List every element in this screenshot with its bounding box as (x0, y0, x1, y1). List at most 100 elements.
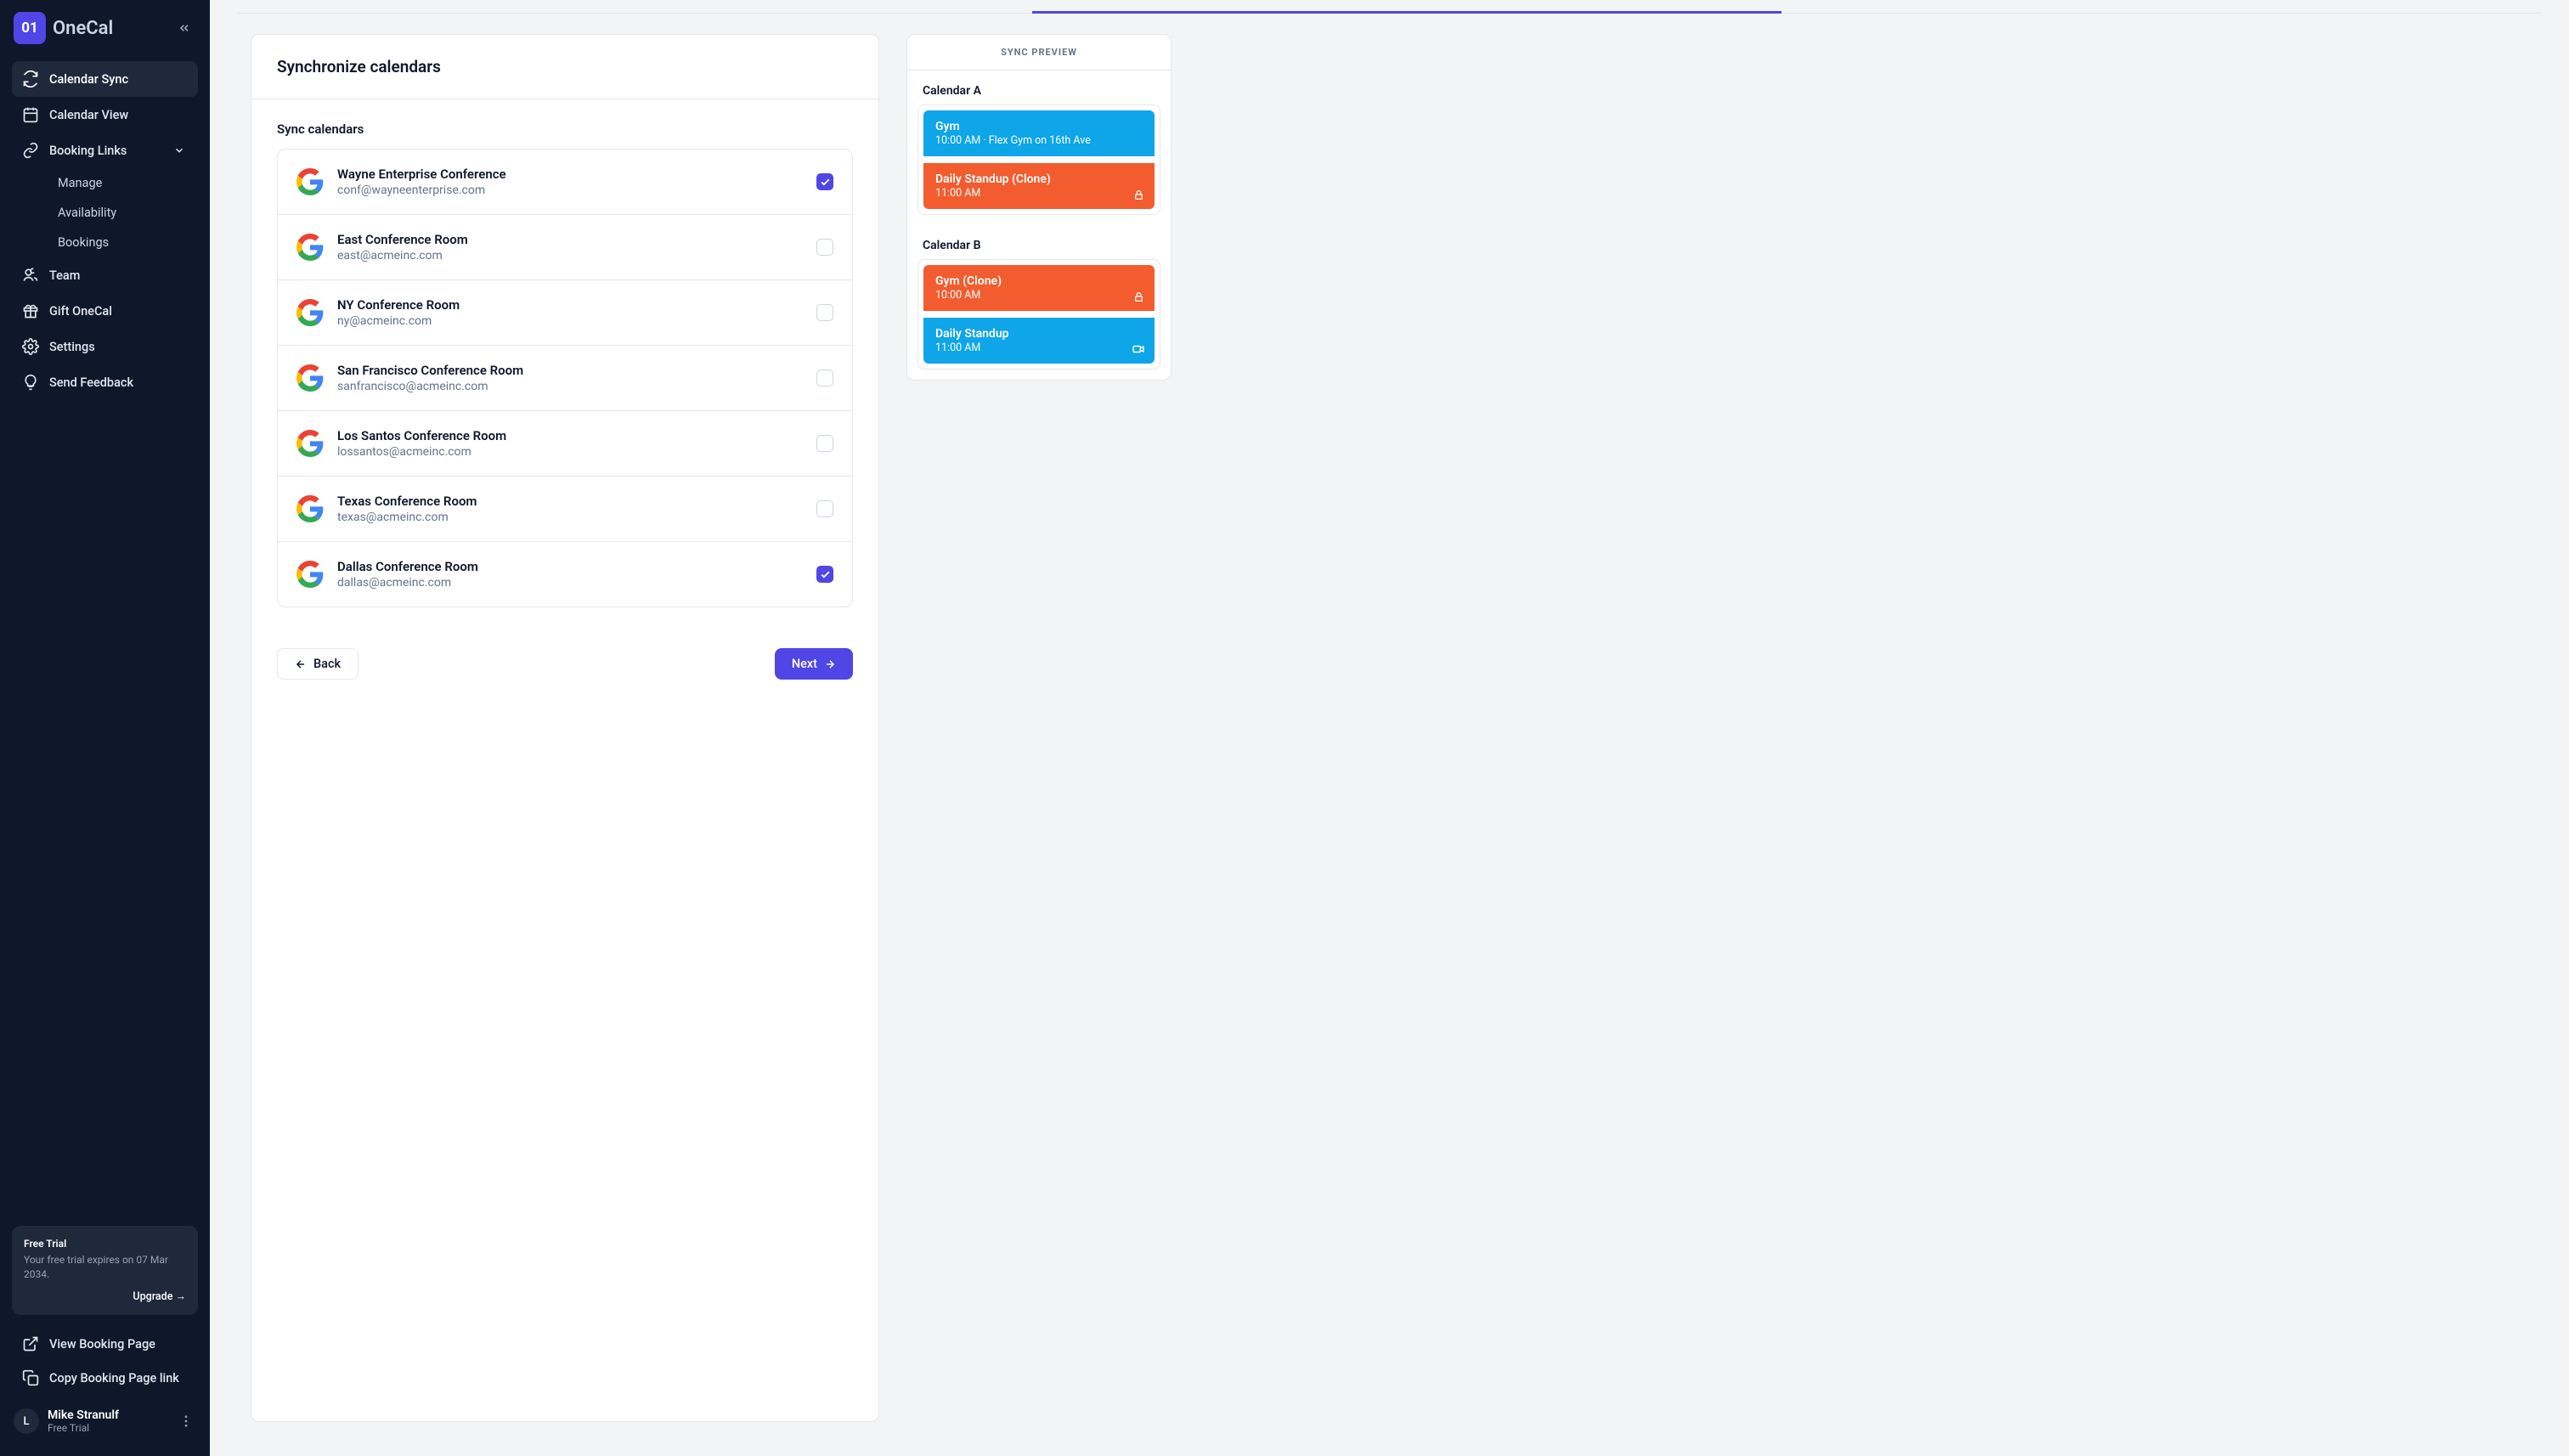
preview-event: Daily Standup 11:00 AM (923, 318, 1155, 364)
calendar-name: Texas Conference Room (337, 494, 803, 509)
back-label: Back (313, 657, 341, 671)
bulb-icon (22, 374, 39, 391)
card-footer: Back Next (251, 629, 878, 705)
preview-event: Gym 10:00 AM · Flex Gym on 16th Ave (923, 110, 1155, 156)
sidebar-item-calendar-view[interactable]: Calendar View (12, 97, 198, 133)
nav-label: Bookings (58, 235, 109, 250)
sidebar-item-calendar-sync[interactable]: Calendar Sync (12, 61, 198, 97)
sidebar-header: 01 OneCal (12, 12, 198, 44)
arrow-right-icon (824, 658, 836, 670)
calendar-item[interactable]: Dallas Conference Room dallas@acmeinc.co… (278, 542, 852, 607)
preview-calendar-name: Calendar A (918, 77, 1160, 104)
calendar-item[interactable]: San Francisco Conference Room sanfrancis… (278, 346, 852, 411)
nav-label: Send Feedback (49, 375, 133, 390)
calendar-checkbox[interactable] (816, 370, 833, 387)
event-title: Gym (935, 120, 1143, 133)
preview-event: Daily Standup (Clone) 11:00 AM (923, 163, 1155, 209)
lock-icon (1133, 291, 1144, 302)
calendar-checkbox[interactable] (816, 239, 833, 256)
trial-description: Your free trial expires on 07 Mar 2034. (24, 1253, 186, 1282)
calendar-checkbox[interactable] (816, 566, 833, 583)
calendar-info: Texas Conference Room texas@acmeinc.com (337, 494, 803, 524)
card-body: Sync calendars Wayne Enterprise Conferen… (251, 99, 878, 629)
google-icon (296, 430, 324, 457)
calendar-info: East Conference Room east@acmeinc.com (337, 232, 803, 262)
calendar-item[interactable]: East Conference Room east@acmeinc.com (278, 215, 852, 280)
preview-body: Calendar A Gym 10:00 AM · Flex Gym on 16… (907, 71, 1171, 380)
page-title: Synchronize calendars (277, 57, 853, 76)
preview-calendar-name: Calendar B (918, 232, 1160, 259)
google-icon (296, 364, 324, 392)
nav-label: Calendar Sync (49, 72, 128, 87)
calendar-item[interactable]: Los Santos Conference Room lossantos@acm… (278, 411, 852, 477)
google-icon (296, 234, 324, 261)
sidebar-item-feedback[interactable]: Send Feedback (12, 364, 198, 400)
progress-track (237, 0, 2542, 14)
preview-card: SYNC PREVIEW Calendar A Gym 10:00 AM · F… (906, 34, 1172, 381)
gear-icon (22, 338, 39, 355)
user-name: Mike Stranulf (48, 1408, 167, 1422)
view-booking-page-link[interactable]: View Booking Page (12, 1327, 198, 1361)
gift-icon (22, 302, 39, 319)
calendar-checkbox[interactable] (816, 435, 833, 452)
calendar-item[interactable]: Texas Conference Room texas@acmeinc.com (278, 477, 852, 542)
calendar-checkbox[interactable] (816, 173, 833, 190)
preview-calendar-section: Calendar A Gym 10:00 AM · Flex Gym on 16… (907, 71, 1171, 225)
sidebar: 01 OneCal Calendar Sync Calendar View Bo… (0, 0, 210, 1456)
calendar-item[interactable]: Wayne Enterprise Conference conf@wayneen… (278, 150, 852, 215)
user-info: Mike Stranulf Free Trial (48, 1408, 167, 1434)
calendar-email: lossantos@acmeinc.com (337, 445, 803, 459)
sidebar-item-booking-links[interactable]: Booking Links (12, 133, 198, 168)
calendar-name: Dallas Conference Room (337, 559, 803, 574)
upgrade-link[interactable]: Upgrade → (24, 1290, 186, 1303)
calendar-name: Wayne Enterprise Conference (337, 166, 803, 182)
calendar-email: dallas@acmeinc.com (337, 576, 803, 590)
copy-icon (22, 1369, 39, 1386)
calendar-checkbox[interactable] (816, 500, 833, 517)
nav-label: Settings (49, 340, 95, 354)
calendar-name: East Conference Room (337, 232, 803, 247)
calendar-info: San Francisco Conference Room sanfrancis… (337, 363, 803, 393)
preview-calendar-section: Calendar B Gym (Clone) 10:00 AM Daily St… (907, 225, 1171, 380)
calendar-name: Los Santos Conference Room (337, 428, 803, 443)
avatar-initial: L (23, 1415, 29, 1428)
chevron-down-icon (171, 142, 188, 159)
sidebar-item-team[interactable]: Team (12, 257, 198, 293)
logo[interactable]: 01 OneCal (14, 12, 113, 44)
progress-fill (1032, 0, 1781, 14)
event-title: Gym (Clone) (935, 274, 1143, 288)
nav-label: Availability (58, 206, 116, 220)
copy-booking-page-link[interactable]: Copy Booking Page link (12, 1361, 198, 1395)
collapse-sidebar-button[interactable] (172, 16, 196, 40)
sync-card: Synchronize calendars Sync calendars Way… (251, 34, 879, 1422)
calendar-name: NY Conference Room (337, 297, 803, 313)
event-time: 10:00 AM (935, 289, 1143, 302)
event-time: 11:00 AM (935, 341, 1143, 354)
google-icon (296, 495, 324, 522)
sidebar-sub-manage[interactable]: Manage (48, 168, 198, 198)
logo-mark: 01 (14, 12, 46, 44)
sidebar-sub-availability[interactable]: Availability (48, 198, 198, 228)
next-button[interactable]: Next (775, 648, 853, 680)
sidebar-sub-bookings[interactable]: Bookings (48, 228, 198, 257)
back-button[interactable]: Back (277, 648, 359, 680)
calendar-checkbox[interactable] (816, 304, 833, 321)
calendar-email: conf@wayneenterprise.com (337, 183, 803, 197)
team-icon (22, 267, 39, 284)
calendar-list: Wayne Enterprise Conference conf@wayneen… (277, 149, 853, 607)
sync-icon (22, 71, 39, 87)
calendar-email: sanfrancisco@acmeinc.com (337, 380, 803, 393)
sidebar-item-settings[interactable]: Settings (12, 329, 198, 364)
trial-title: Free Trial (24, 1238, 186, 1250)
calendar-email: east@acmeinc.com (337, 249, 803, 262)
sidebar-item-gift[interactable]: Gift OneCal (12, 293, 198, 329)
user-menu-button[interactable] (176, 1411, 196, 1431)
event-title: Daily Standup (Clone) (935, 172, 1143, 186)
calendar-item[interactable]: NY Conference Room ny@acmeinc.com (278, 280, 852, 346)
google-icon (296, 561, 324, 588)
nav-label: Manage (58, 176, 102, 190)
video-icon (1132, 343, 1144, 355)
card-header: Synchronize calendars (251, 35, 878, 99)
next-label: Next (792, 657, 817, 671)
nav-label: Calendar View (49, 108, 128, 122)
